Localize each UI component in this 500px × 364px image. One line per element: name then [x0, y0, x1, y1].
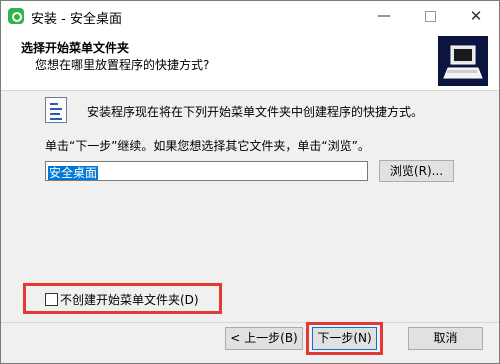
wizard-header: 选择开始菜单文件夹 您想在哪里放置程序的快捷方式? — [1, 32, 499, 91]
page-subtitle: 您想在哪里放置程序的快捷方式? — [35, 58, 210, 72]
browse-button[interactable]: 浏览(R)... — [379, 160, 454, 182]
hint-text: 单击“下一步”继续。如果您想选择其它文件夹，单击“浏览”。 — [45, 139, 370, 153]
wizard-image — [438, 36, 488, 86]
maximize-button[interactable] — [407, 1, 453, 32]
info-text: 安装程序现在将在下列开始菜单文件夹中创建程序的快捷方式。 — [87, 105, 424, 119]
checkbox-box[interactable] — [45, 293, 58, 306]
close-button[interactable]: ✕ — [453, 1, 499, 32]
window-title: 安装 - 安全桌面 — [31, 12, 122, 27]
button-divider — [1, 322, 499, 323]
wizard-content: 安装程序现在将在下列开始菜单文件夹中创建程序的快捷方式。 单击“下一步”继续。如… — [1, 91, 499, 321]
checkbox-label: 不创建开始菜单文件夹(D) — [60, 293, 199, 307]
folder-input-value: 安全桌面 — [48, 166, 99, 180]
cancel-button[interactable]: 取消 — [408, 327, 483, 350]
back-button[interactable]: < 上一步(B) — [225, 327, 303, 350]
next-button[interactable]: 下一步(N) — [312, 327, 377, 350]
start-menu-folder-input[interactable]: 安全桌面 — [45, 161, 368, 181]
computer-box-icon — [443, 45, 483, 79]
start-menu-folder-icon — [45, 97, 67, 123]
maximize-icon — [424, 10, 436, 22]
app-icon — [8, 8, 24, 24]
minimize-button[interactable]: — — [361, 1, 407, 32]
title-bar[interactable]: 安装 - 安全桌面 — ✕ — [1, 1, 499, 32]
page-title: 选择开始菜单文件夹 — [21, 41, 130, 55]
installer-window: 安装 - 安全桌面 — ✕ 选择开始菜单文件夹 您想在哪里放置程序的快捷方式? … — [0, 0, 500, 364]
